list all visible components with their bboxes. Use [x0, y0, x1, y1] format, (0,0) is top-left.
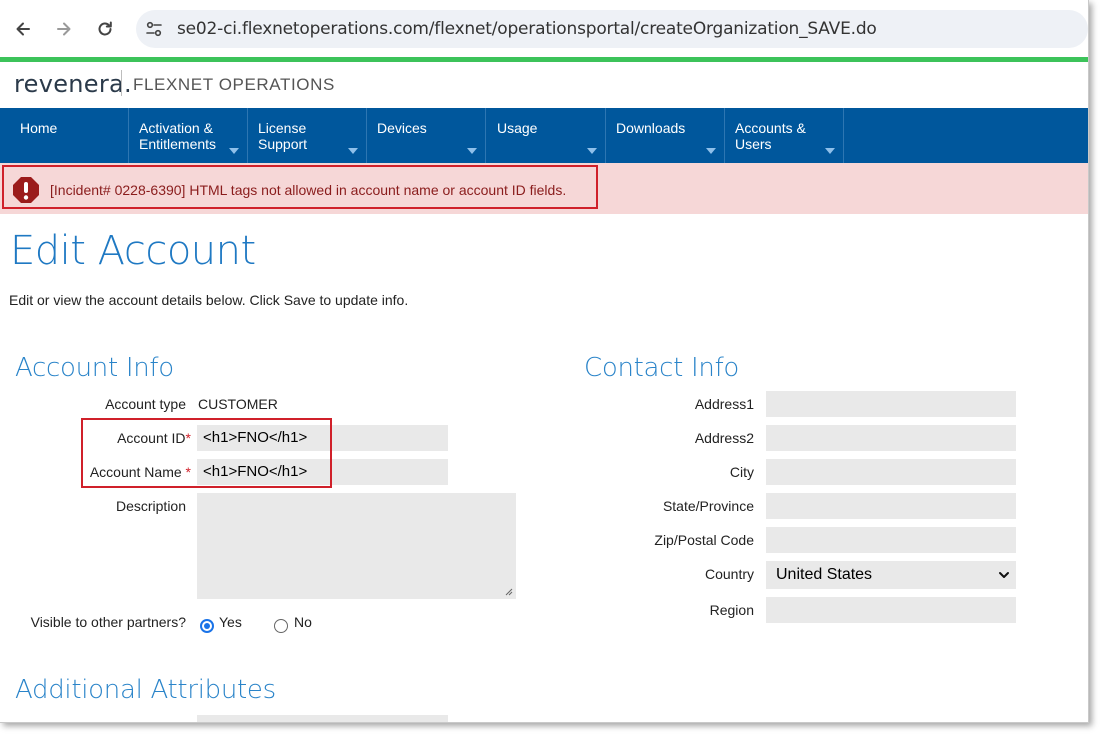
- nav-item-label: Usage: [497, 120, 538, 136]
- back-button[interactable]: [8, 14, 38, 44]
- visible-no-radio[interactable]: [274, 619, 288, 633]
- nav-item-usage[interactable]: Usage: [487, 108, 606, 163]
- error-icon: [13, 177, 39, 203]
- page-title: Edit Account: [10, 228, 256, 274]
- visible-yes-label[interactable]: Yes: [219, 614, 242, 630]
- address-bar[interactable]: se02-ci.flexnetoperations.com/flexnet/op…: [136, 10, 1088, 48]
- account-info-heading: Account Info: [15, 353, 174, 383]
- region-input[interactable]: [766, 597, 1016, 623]
- product-name: FLEXNET OPERATIONS: [133, 75, 335, 94]
- chevron-down-icon: [999, 572, 1009, 578]
- revenera-logo[interactable]: revenera.: [14, 70, 132, 98]
- nav-item-home[interactable]: Home: [10, 108, 129, 163]
- contact-info-heading: Contact Info: [584, 353, 740, 383]
- nav-item-label: Home: [20, 120, 58, 136]
- logo-divider: [121, 70, 122, 96]
- dropdown-caret-icon: [467, 148, 477, 154]
- account-type-value: CUSTOMER: [198, 396, 278, 412]
- additional-attribute-input[interactable]: [197, 715, 448, 722]
- description-textarea[interactable]: [197, 493, 516, 599]
- country-label: Country: [704, 566, 754, 582]
- zip-label: Zip/Postal Code: [654, 532, 754, 548]
- address1-input[interactable]: [766, 391, 1016, 417]
- reload-button[interactable]: [90, 14, 120, 44]
- back-arrow-icon: [16, 22, 30, 36]
- page-intro: Edit or view the account details below. …: [9, 292, 409, 308]
- site-settings-icon[interactable]: [145, 20, 163, 38]
- address1-label: Address1: [694, 396, 754, 412]
- region-label: Region: [709, 602, 754, 618]
- nav-item-label: Activation & Entitlements: [139, 120, 217, 152]
- dropdown-caret-icon: [706, 148, 716, 154]
- description-label: Description: [115, 498, 186, 514]
- error-message: [Incident# 0228-6390] HTML tags not allo…: [50, 182, 567, 198]
- forward-arrow-icon: [57, 22, 71, 36]
- dropdown-caret-icon: [825, 148, 835, 154]
- nav-item-label: License Support: [258, 120, 308, 152]
- main-navigation: Home Activation & Entitlements License S…: [0, 108, 1088, 163]
- zip-input[interactable]: [766, 527, 1016, 553]
- browser-window: se02-ci.flexnetoperations.com/flexnet/op…: [0, 0, 1089, 723]
- nav-item-activation-entitlements[interactable]: Activation & Entitlements: [129, 108, 248, 163]
- country-selected-value: United States: [776, 566, 873, 583]
- visible-yes-radio[interactable]: [200, 619, 214, 633]
- visible-no-label[interactable]: No: [294, 614, 312, 630]
- nav-item-accounts-users[interactable]: Accounts & Users: [725, 108, 844, 163]
- address2-label: Address2: [694, 430, 754, 446]
- nav-item-label: Devices: [377, 120, 427, 136]
- city-input[interactable]: [766, 459, 1016, 485]
- state-input[interactable]: [766, 493, 1016, 519]
- city-label: City: [729, 464, 754, 480]
- nav-item-license-support[interactable]: License Support: [248, 108, 367, 163]
- country-select[interactable]: United States: [766, 561, 1016, 589]
- dropdown-caret-icon: [348, 148, 358, 154]
- forward-button[interactable]: [49, 14, 79, 44]
- additional-attributes-heading: Additional Attributes: [15, 675, 276, 705]
- dropdown-caret-icon: [587, 148, 597, 154]
- resize-handle-icon[interactable]: [505, 588, 513, 596]
- visible-partners-label: Visible to other partners?: [30, 614, 186, 630]
- reload-icon: [98, 21, 112, 36]
- dropdown-caret-icon: [229, 148, 239, 154]
- account-type-label: Account type: [105, 396, 186, 412]
- address2-input[interactable]: [766, 425, 1016, 451]
- url-text[interactable]: se02-ci.flexnetoperations.com/flexnet/op…: [177, 19, 877, 39]
- error-highlight-box: [Incident# 0228-6390] HTML tags not allo…: [2, 165, 598, 209]
- validation-highlight-box: [81, 418, 332, 488]
- nav-item-label: Downloads: [616, 120, 686, 136]
- browser-toolbar: se02-ci.flexnetoperations.com/flexnet/op…: [0, 0, 1088, 57]
- nav-item-label: Accounts & Users: [735, 120, 806, 152]
- error-banner: [Incident# 0228-6390] HTML tags not allo…: [0, 163, 1088, 214]
- nav-item-devices[interactable]: Devices: [367, 108, 486, 163]
- nav-item-downloads[interactable]: Downloads: [606, 108, 725, 163]
- state-label: State/Province: [662, 498, 754, 514]
- site-header: revenera. FLEXNET OPERATIONS: [0, 62, 1088, 108]
